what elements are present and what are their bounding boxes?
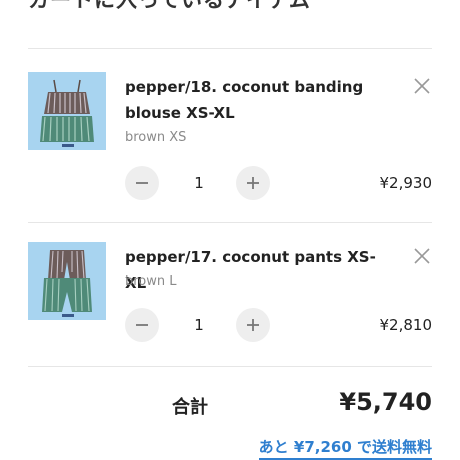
item-variant: brown XS bbox=[125, 130, 187, 145]
cart-item: pepper/17. coconut pants XS-XL brown L 1… bbox=[28, 242, 432, 352]
increase-quantity-button[interactable] bbox=[236, 166, 270, 200]
divider bbox=[28, 366, 432, 367]
decrease-quantity-button[interactable] bbox=[125, 166, 159, 200]
free-shipping-link[interactable]: あと ¥7,260 で送料無料 bbox=[258, 436, 432, 460]
minus-icon bbox=[136, 182, 148, 184]
decrease-quantity-button[interactable] bbox=[125, 308, 159, 342]
close-icon bbox=[414, 248, 430, 264]
item-variant: brown L bbox=[125, 274, 177, 289]
item-name[interactable]: pepper/18. coconut banding blouse XS-XL bbox=[125, 74, 395, 126]
remove-item-button[interactable] bbox=[412, 76, 432, 96]
remove-item-button[interactable] bbox=[412, 246, 432, 266]
product-thumbnail[interactable] bbox=[28, 242, 106, 320]
item-price: ¥2,810 bbox=[379, 316, 433, 334]
minus-icon bbox=[136, 324, 148, 326]
quantity-value: 1 bbox=[194, 174, 204, 192]
divider bbox=[28, 222, 432, 223]
product-thumbnail[interactable] bbox=[28, 72, 106, 150]
cart-item: pepper/18. coconut banding blouse XS-XL … bbox=[28, 72, 432, 212]
divider bbox=[28, 48, 432, 49]
increase-quantity-button[interactable] bbox=[236, 308, 270, 342]
cart-title: カートに入っているアイテム bbox=[28, 0, 311, 12]
total-label: 合計 bbox=[172, 397, 208, 418]
quantity-value: 1 bbox=[194, 316, 204, 334]
close-icon bbox=[414, 78, 430, 94]
plus-icon bbox=[247, 177, 259, 189]
plus-icon bbox=[247, 319, 259, 331]
total-value: ¥5,740 bbox=[339, 388, 432, 416]
cart-page: カートに入っているアイテム pepper/18. coconut banding… bbox=[0, 0, 460, 460]
item-price: ¥2,930 bbox=[379, 174, 433, 192]
